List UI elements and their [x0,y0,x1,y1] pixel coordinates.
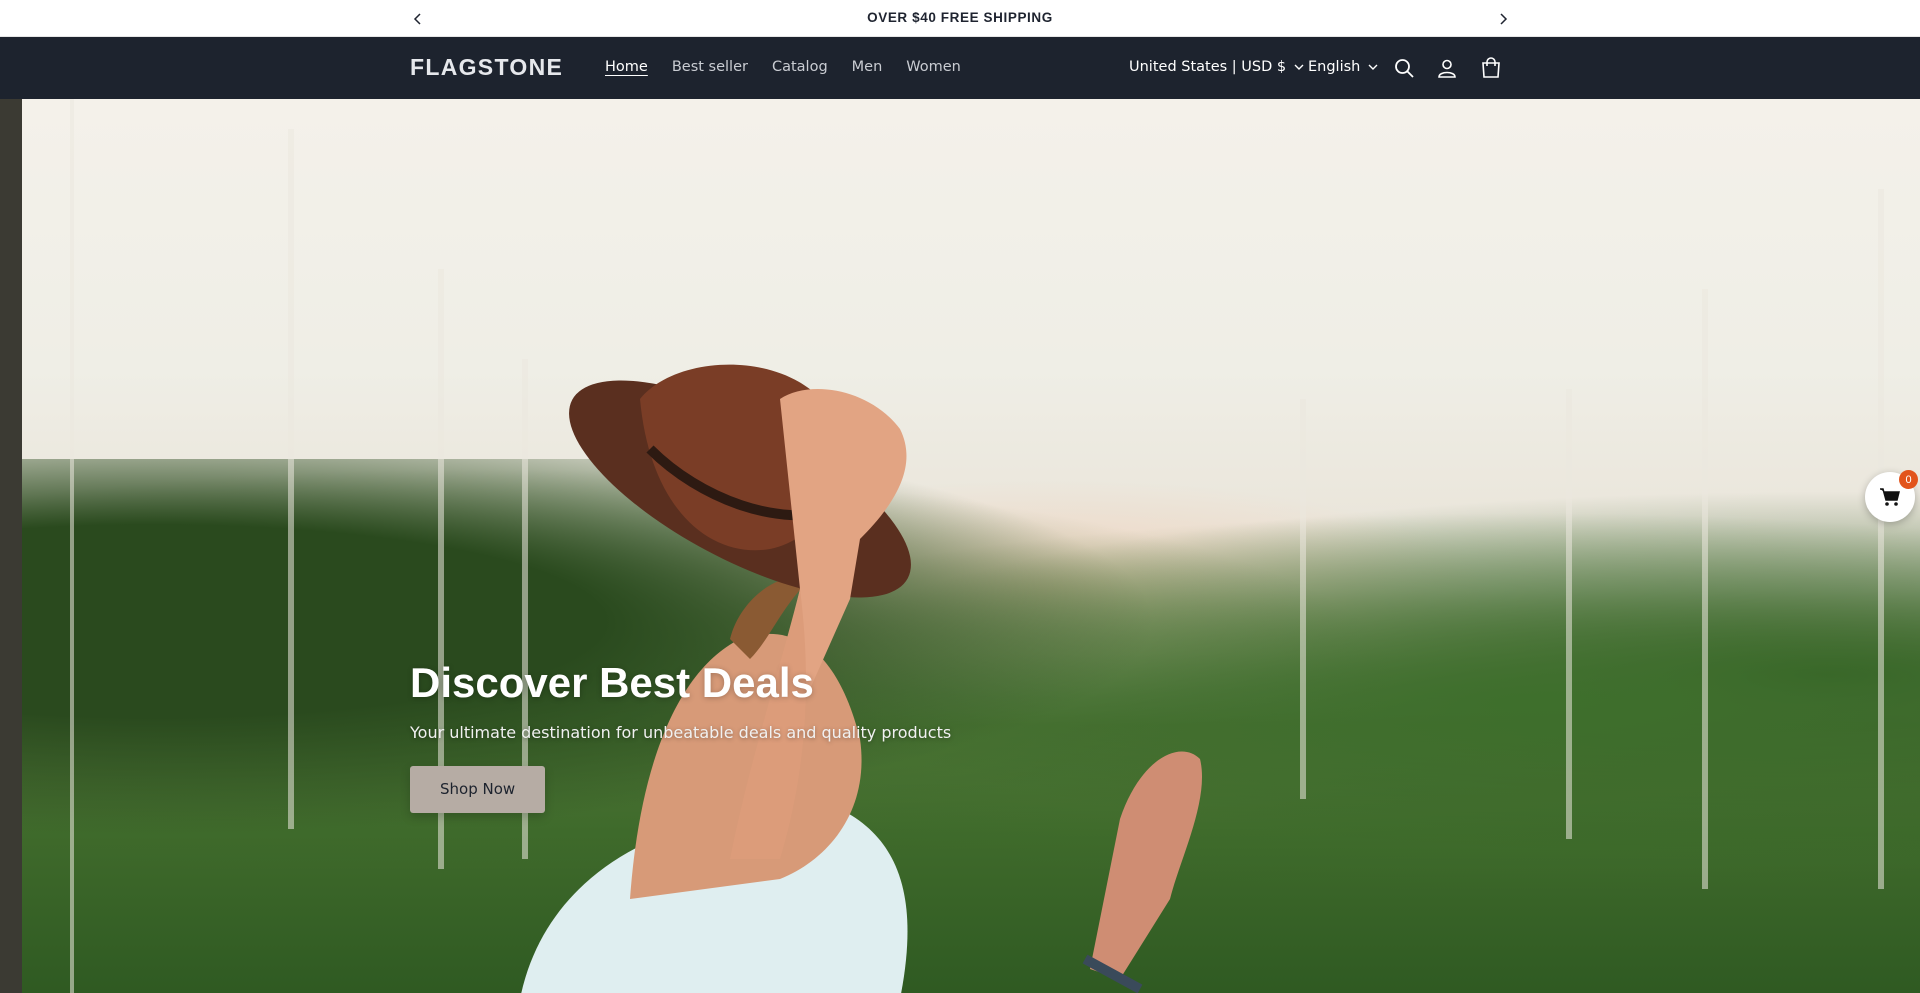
main-nav: Home Best seller Catalog Men Women [605,59,961,75]
country-currency-selector[interactable]: United States | USD $ [1129,59,1304,75]
search-button[interactable] [1391,55,1417,81]
cart-icon [1482,57,1500,78]
announcement-message: OVER $40 FREE SHIPPING [867,10,1053,25]
account-button[interactable] [1434,55,1460,81]
hero-post [0,99,22,993]
site-logo[interactable]: FLAGSTONE [410,54,563,81]
nav-item-best-seller[interactable]: Best seller [672,59,748,75]
chevron-down-icon [1368,64,1378,70]
account-icon [1438,59,1456,78]
hero-post [1878,189,1884,889]
chevron-down-icon [1294,64,1304,70]
hero-subtitle: Your ultimate destination for unbeatable… [410,723,952,742]
shop-now-button[interactable]: Shop Now [410,766,546,813]
hero-post [1702,289,1708,889]
announcement-next-button[interactable] [1493,9,1513,29]
site-header: FLAGSTONE Home Best seller Catalog Men W… [0,37,1920,99]
country-currency-label: United States | USD $ [1129,59,1287,75]
nav-item-catalog[interactable]: Catalog [772,59,828,75]
nav-item-men[interactable]: Men [852,59,883,75]
chevron-right-icon [1500,13,1508,25]
hero-title: Discover Best Deals [410,659,814,706]
language-label: English [1308,59,1361,75]
floating-cart-count-badge: 0 [1899,470,1918,489]
hero-post [1566,389,1572,839]
nav-item-home[interactable]: Home [605,59,648,75]
hero-post [1300,399,1306,799]
search-icon [1395,59,1414,78]
nav-item-women[interactable]: Women [906,59,961,75]
hero-post [70,99,74,993]
language-selector[interactable]: English [1308,59,1378,75]
hero-post [288,129,294,829]
shopping-cart-icon [1880,488,1900,506]
hero-banner: Discover Best Deals Your ultimate destin… [0,99,1920,993]
announcement-bar: OVER $40 FREE SHIPPING [0,0,1920,37]
hero-content: Discover Best Deals Your ultimate destin… [410,659,951,813]
cart-button[interactable] [1478,55,1504,81]
